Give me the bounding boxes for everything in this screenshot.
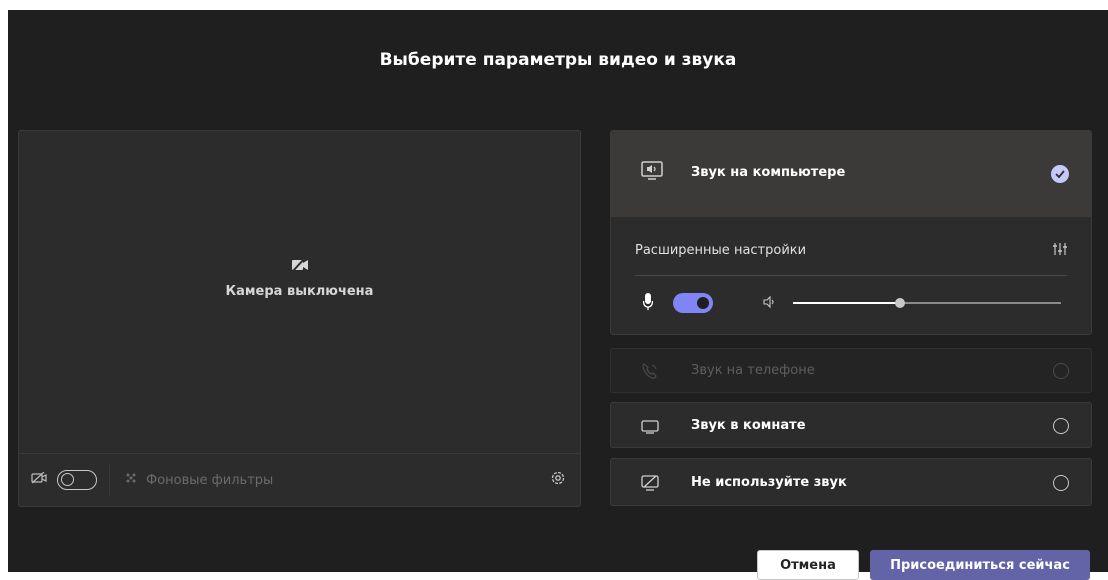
- selected-check-icon: [1051, 165, 1069, 183]
- room-display-icon: [641, 419, 659, 438]
- video-toolbar: Фоновые фильтры: [19, 453, 580, 506]
- camera-toggle[interactable]: [57, 470, 97, 490]
- microphone-toggle[interactable]: [673, 293, 713, 313]
- sliders-icon[interactable]: [1053, 241, 1067, 260]
- slider-thumb[interactable]: [895, 298, 906, 308]
- camera-off-indicator: Камера выключена: [19, 257, 580, 299]
- toolbar-divider: [109, 464, 110, 496]
- speaker-icon: [763, 294, 777, 313]
- camera-off-icon: [291, 257, 309, 276]
- computer-speaker-icon: [641, 161, 663, 185]
- join-now-button[interactable]: Присоединиться сейчас: [870, 550, 1090, 580]
- microphone-icon: [642, 293, 654, 315]
- no-audio-label: Не используйте звук: [691, 475, 847, 490]
- room-audio-label: Звук в комнате: [691, 418, 806, 433]
- no-audio-radio[interactable]: [1053, 475, 1069, 491]
- phone-audio-option[interactable]: Звук на телефоне: [610, 348, 1092, 393]
- advanced-settings-label: Расширенные настройки: [635, 243, 807, 258]
- mic-volume-row: [635, 291, 1067, 315]
- room-audio-option[interactable]: Звук в комнате: [610, 402, 1092, 448]
- computer-audio-option[interactable]: Звук на компьютере Расширенные настройки: [610, 130, 1092, 335]
- gear-icon[interactable]: [550, 470, 566, 490]
- phone-audio-radio[interactable]: [1053, 363, 1069, 379]
- room-audio-radio[interactable]: [1053, 418, 1069, 434]
- background-filters-label: Фоновые фильтры: [146, 472, 274, 488]
- dialog-title: Выберите параметры видео и звука: [379, 50, 737, 70]
- camera-off-text: Камера выключена: [225, 284, 374, 299]
- computer-audio-label: Звук на компьютере: [691, 165, 846, 180]
- speaker-volume-slider[interactable]: [793, 298, 1061, 308]
- audio-off-icon: [641, 475, 659, 495]
- slider-fill: [793, 302, 901, 304]
- device-settings-dialog: Выберите параметры видео и звука Камера …: [8, 10, 1108, 572]
- background-effects-icon: [124, 471, 138, 489]
- no-audio-option[interactable]: Не используйте звук: [610, 458, 1092, 506]
- computer-audio-header[interactable]: Звук на компьютере: [611, 131, 1091, 217]
- toggle-knob: [61, 473, 74, 486]
- camera-off-icon: [31, 471, 47, 488]
- video-preview: Камера выключена Фоновые фильтры: [18, 130, 581, 507]
- phone-audio-icon: [641, 362, 659, 384]
- cancel-button[interactable]: Отмена: [757, 550, 859, 580]
- phone-audio-label: Звук на телефоне: [691, 363, 815, 378]
- background-filters-button[interactable]: Фоновые фильтры: [124, 471, 273, 489]
- advanced-settings-row[interactable]: Расширенные настройки: [635, 217, 1067, 276]
- toggle-knob: [697, 297, 709, 309]
